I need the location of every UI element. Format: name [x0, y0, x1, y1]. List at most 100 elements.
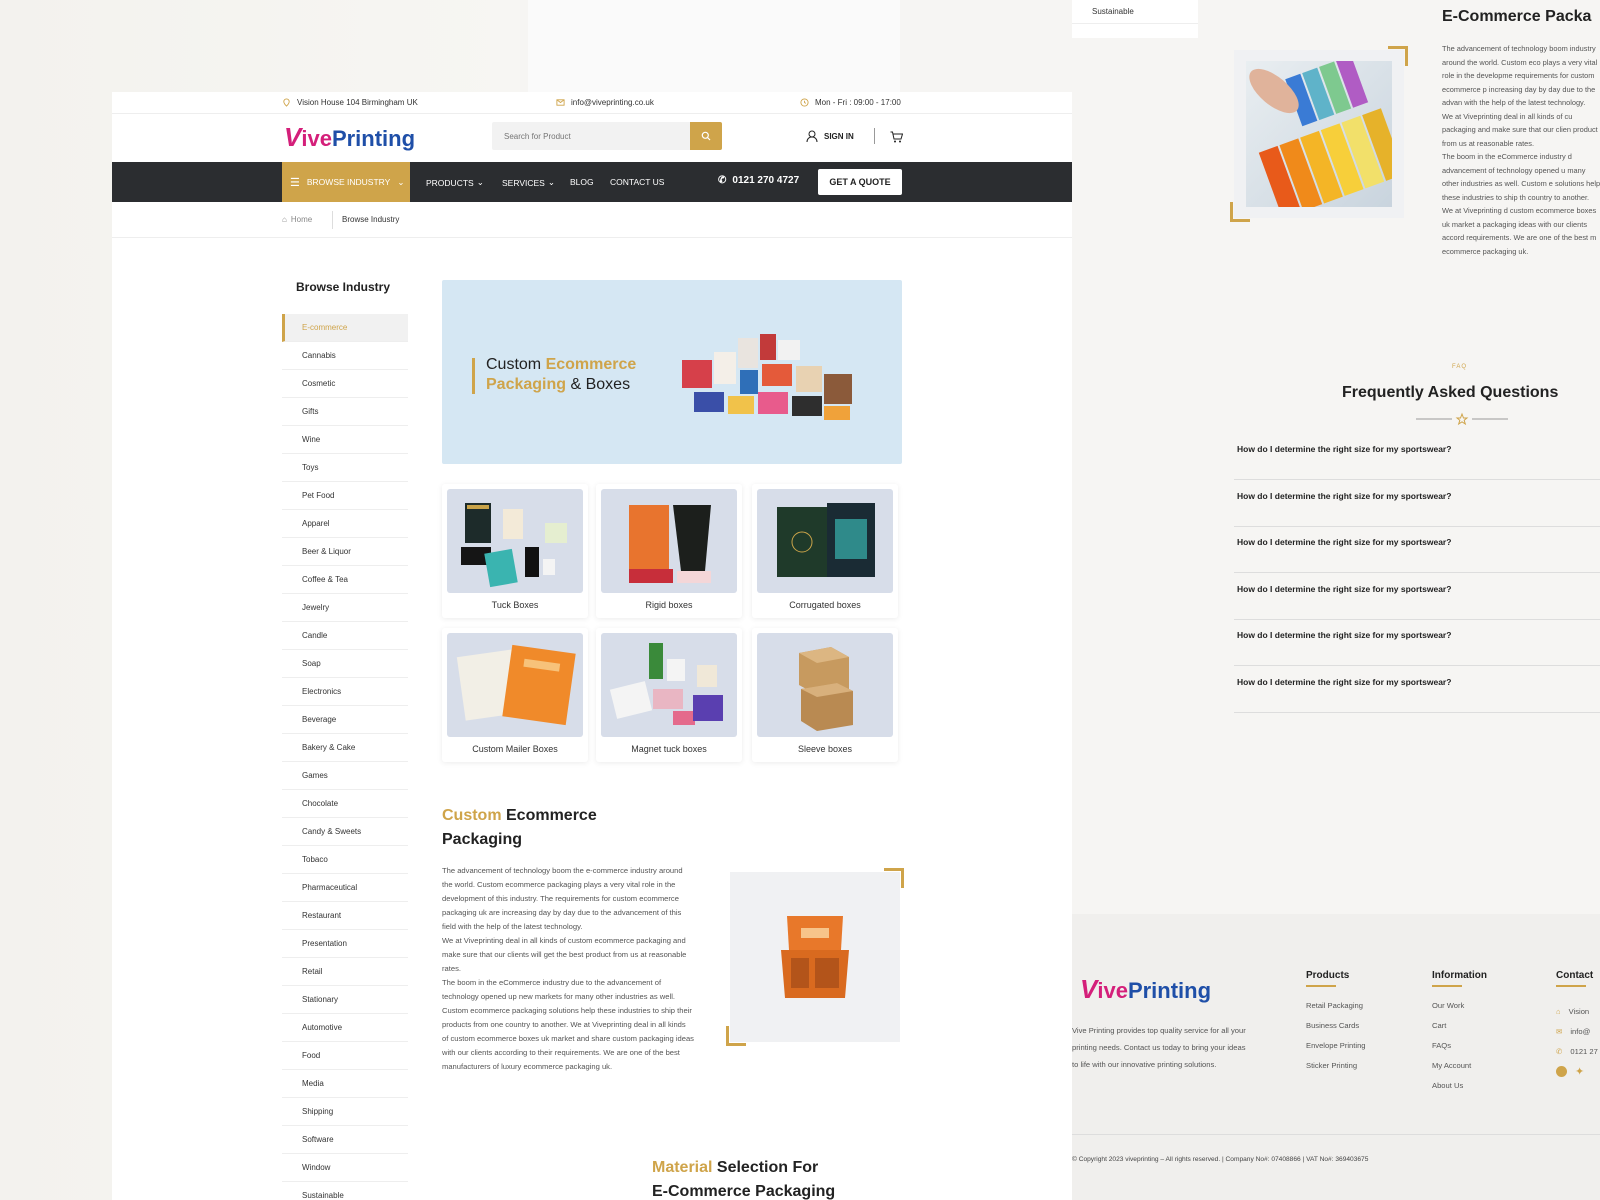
- sidebar-item[interactable]: Software: [282, 1126, 408, 1154]
- sidebar-item[interactable]: Shipping: [282, 1098, 408, 1126]
- faq-question[interactable]: How do I determine the right size for my…: [1234, 574, 1600, 620]
- industry-sidebar: E-commerce Cannabis Cosmetic Gifts Wine …: [282, 314, 408, 1200]
- browse-industry-button[interactable]: ☰ BROWSE INDUSTRY ⌄: [282, 162, 410, 202]
- header-divider: [874, 128, 875, 144]
- sign-in-link[interactable]: SIGN IN: [806, 130, 854, 143]
- sidebar-item[interactable]: Cosmetic: [282, 370, 408, 398]
- product-image: [447, 633, 583, 737]
- sidebar-item[interactable]: Tobaco: [282, 846, 408, 874]
- frame-corner: [726, 1026, 746, 1046]
- sidebar-item[interactable]: Candle: [282, 622, 408, 650]
- faq-question[interactable]: How do I determine the right size for my…: [1234, 667, 1600, 713]
- faq-question[interactable]: How do I determine the right size for my…: [1234, 620, 1600, 666]
- footer-link[interactable]: Sticker Printing: [1306, 1061, 1366, 1081]
- footer-contact-email[interactable]: ✉ info@: [1556, 1021, 1598, 1041]
- topbar-hours: Mon - Fri : 09:00 - 17:00: [800, 98, 901, 107]
- sidebar-item[interactable]: Window: [282, 1154, 408, 1182]
- product-card-rigid-boxes[interactable]: Rigid boxes: [596, 484, 742, 618]
- faq-question[interactable]: How do I determine the right size for my…: [1234, 527, 1600, 573]
- sidebar-item[interactable]: Chocolate: [282, 790, 408, 818]
- sidebar-item[interactable]: Food: [282, 1042, 408, 1070]
- sidebar-item[interactable]: Wine: [282, 426, 408, 454]
- footer-link[interactable]: Our Work: [1432, 1001, 1487, 1021]
- sidebar-item[interactable]: Jewelry: [282, 594, 408, 622]
- breadcrumb-home[interactable]: ⌂ Home: [282, 215, 312, 224]
- logo-wordmark: ivePrinting: [301, 126, 416, 151]
- sidebar-item[interactable]: Beverage: [282, 706, 408, 734]
- sidebar-item[interactable]: Soap: [282, 650, 408, 678]
- sidebar-item[interactable]: Automotive: [282, 1014, 408, 1042]
- footer-link[interactable]: Retail Packaging: [1306, 1001, 1366, 1021]
- sidebar-item[interactable]: Media: [282, 1070, 408, 1098]
- footer-products-col: Products Retail Packaging Business Cards…: [1306, 970, 1366, 1081]
- sidebar-item[interactable]: Stationary: [282, 986, 408, 1014]
- faq-question[interactable]: How do I determine the right size for my…: [1234, 481, 1600, 527]
- product-card-corrugated-boxes[interactable]: Corrugated boxes: [752, 484, 898, 618]
- location-pin-icon: [283, 98, 290, 107]
- footer-contact-phone[interactable]: ✆ 0121 27: [1556, 1041, 1598, 1061]
- nav-blog[interactable]: BLOG: [570, 177, 594, 187]
- product-card-tuck-boxes[interactable]: Tuck Boxes: [442, 484, 588, 618]
- topbar-address: Vision House 104 Birmingham UK: [282, 98, 418, 107]
- logo-wordmark: ivePrinting: [1097, 978, 1212, 1003]
- breadcrumb-divider: [332, 211, 333, 229]
- sidebar-item[interactable]: Retail: [282, 958, 408, 986]
- cart-button[interactable]: [890, 130, 904, 148]
- faq-eyebrow: FAQ: [1452, 364, 1468, 370]
- nav-products[interactable]: PRODUCTS ⌄: [426, 177, 484, 188]
- site-logo[interactable]: V ivePrinting: [284, 124, 415, 150]
- footer-divider: [1072, 1134, 1600, 1135]
- sidebar-item-sustainable-top[interactable]: Sustainable: [1072, 0, 1198, 24]
- sidebar-item[interactable]: Coffee & Tea: [282, 566, 408, 594]
- search-input[interactable]: [492, 122, 688, 150]
- logo-v: V: [1080, 974, 1098, 1004]
- product-card-custom-mailer-boxes[interactable]: Custom Mailer Boxes: [442, 628, 588, 762]
- sidebar-item[interactable]: Candy & Sweets: [282, 818, 408, 846]
- sidebar-item[interactable]: Apparel: [282, 510, 408, 538]
- sidebar-item[interactable]: Beer & Liquor: [282, 538, 408, 566]
- faq-divider: [1416, 412, 1508, 426]
- nav-services[interactable]: SERVICES ⌄: [502, 177, 555, 188]
- search-button[interactable]: [690, 122, 722, 150]
- footer-link[interactable]: Business Cards: [1306, 1021, 1366, 1041]
- sidebar-item[interactable]: Restaurant: [282, 902, 408, 930]
- nav-contact[interactable]: CONTACT US: [610, 177, 664, 187]
- footer-link[interactable]: FAQs: [1432, 1041, 1487, 1061]
- sidebar-item[interactable]: Sustainable: [282, 1182, 408, 1200]
- section-paragraph-1: The advancement of technology boom the e…: [442, 866, 683, 931]
- search-bar: [492, 122, 722, 150]
- sidebar-item[interactable]: Toys: [282, 454, 408, 482]
- sidebar-fragment: Sustainable: [1072, 0, 1198, 38]
- sidebar-item[interactable]: Cannabis: [282, 342, 408, 370]
- sidebar-item[interactable]: Bakery & Cake: [282, 734, 408, 762]
- section-image-frame: [726, 868, 904, 1046]
- facebook-icon[interactable]: [1556, 1065, 1567, 1077]
- twitter-icon[interactable]: ✦: [1575, 1065, 1584, 1078]
- topbar-email[interactable]: info@viveprinting.co.uk: [556, 98, 654, 107]
- footer-link[interactable]: Envelope Printing: [1306, 1041, 1366, 1061]
- sidebar-item[interactable]: Gifts: [282, 398, 408, 426]
- banner-title-line1: Custom Ecommerce: [486, 356, 637, 373]
- sidebar-item[interactable]: Electronics: [282, 678, 408, 706]
- nav-phone[interactable]: ✆ 0121 270 4727: [718, 175, 799, 186]
- footer-info-title: Information: [1432, 970, 1487, 981]
- copyright: © Copyright 2023 viveprinting – All righ…: [1072, 1156, 1369, 1163]
- footer-logo[interactable]: V ivePrinting: [1080, 976, 1211, 1002]
- sidebar-item[interactable]: Pet Food: [282, 482, 408, 510]
- mail-icon: ✉: [1556, 1026, 1563, 1036]
- product-card-sleeve-boxes[interactable]: Sleeve boxes: [752, 628, 898, 762]
- footer-link[interactable]: Cart: [1432, 1021, 1487, 1041]
- faq-question[interactable]: How do I determine the right size for my…: [1234, 434, 1600, 480]
- product-card-magnet-tuck-boxes[interactable]: Magnet tuck boxes: [596, 628, 742, 762]
- product-label: Magnet tuck boxes: [631, 744, 707, 754]
- get-a-quote-button[interactable]: GET A QUOTE: [818, 169, 902, 195]
- sidebar-item[interactable]: Pharmaceutical: [282, 874, 408, 902]
- footer-link[interactable]: My Account: [1432, 1061, 1487, 1081]
- sidebar-item[interactable]: Presentation: [282, 930, 408, 958]
- footer-link[interactable]: About Us: [1432, 1081, 1487, 1101]
- sign-in-label: SIGN IN: [824, 132, 854, 141]
- sidebar-item-ecommerce[interactable]: E-commerce: [282, 314, 408, 342]
- sidebar-item[interactable]: Games: [282, 762, 408, 790]
- ecommerce-section-title: E-Commerce Packa: [1442, 8, 1592, 25]
- cart-icon: [890, 131, 904, 143]
